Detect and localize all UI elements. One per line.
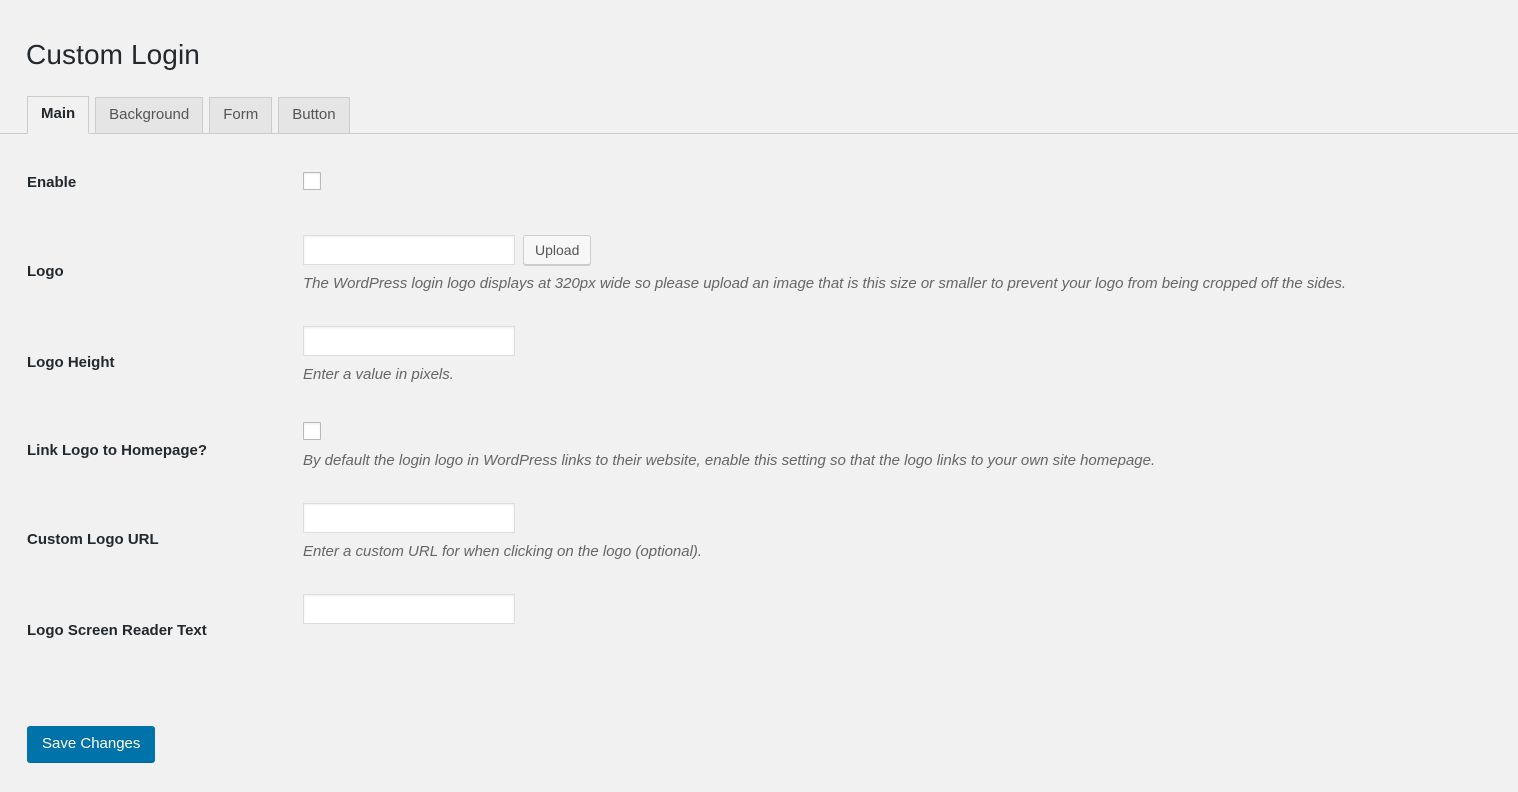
field-logo: Upload The WordPress login logo displays…	[303, 215, 1518, 306]
form-row-link-logo-to-homepage: Link Logo to Homepage? By default the lo…	[0, 397, 1518, 483]
logo-input[interactable]	[303, 235, 515, 265]
logo-height-description: Enter a value in pixels.	[303, 366, 454, 383]
tab-strip: Main Background Form Button	[27, 96, 350, 134]
tab-bar: Main Background Form Button	[0, 92, 1518, 134]
save-changes-button[interactable]: Save Changes	[27, 726, 156, 762]
field-custom-logo-url: Enter a custom URL for when clicking on …	[303, 483, 1518, 574]
tab-main[interactable]: Main	[27, 96, 90, 134]
logo-description: The WordPress login logo displays at 320…	[303, 275, 1347, 292]
label-enable: Enable	[27, 174, 77, 191]
label-link-logo-to-homepage: Link Logo to Homepage?	[27, 442, 207, 459]
label-logo-screen-reader-text: Logo Screen Reader Text	[27, 622, 207, 639]
field-link-logo-to-homepage: By default the login logo in WordPress l…	[303, 397, 1518, 483]
form-row-enable: Enable	[0, 150, 1518, 215]
link-logo-description: By default the login logo in WordPress l…	[303, 452, 1156, 469]
tab-form[interactable]: Form	[209, 97, 273, 134]
logo-height-input[interactable]	[303, 326, 515, 356]
label-logo-height: Logo Height	[27, 354, 115, 371]
logo-screen-reader-text-input[interactable]	[303, 594, 515, 624]
link-logo-to-homepage-checkbox[interactable]	[303, 422, 321, 440]
tab-background[interactable]: Background	[95, 97, 204, 134]
field-enable	[303, 150, 1518, 212]
label-custom-logo-url: Custom Logo URL	[27, 531, 159, 548]
form-row-logo-height: Logo Height Enter a value in pixels.	[0, 306, 1518, 397]
custom-logo-url-input[interactable]	[303, 503, 515, 533]
tab-button[interactable]: Button	[278, 97, 350, 134]
form-row-logo: Logo Upload The WordPress login logo dis…	[0, 215, 1518, 306]
enable-checkbox[interactable]	[303, 172, 321, 190]
page-title: Custom Login	[26, 38, 200, 70]
submit-area: Save Changes	[27, 726, 156, 762]
field-logo-screen-reader-text	[303, 574, 1518, 634]
logo-upload-button[interactable]: Upload	[523, 235, 592, 265]
custom-logo-url-description: Enter a custom URL for when clicking on …	[303, 543, 703, 560]
field-logo-height: Enter a value in pixels.	[303, 306, 1518, 397]
form-row-logo-screen-reader-text: Logo Screen Reader Text	[0, 574, 1518, 651]
label-logo: Logo	[27, 263, 64, 280]
form-row-custom-logo-url: Custom Logo URL Enter a custom URL for w…	[0, 483, 1518, 574]
logo-upload-row: Upload	[303, 235, 1518, 265]
settings-form: Enable Logo Upload The WordPress login l…	[0, 150, 1518, 651]
